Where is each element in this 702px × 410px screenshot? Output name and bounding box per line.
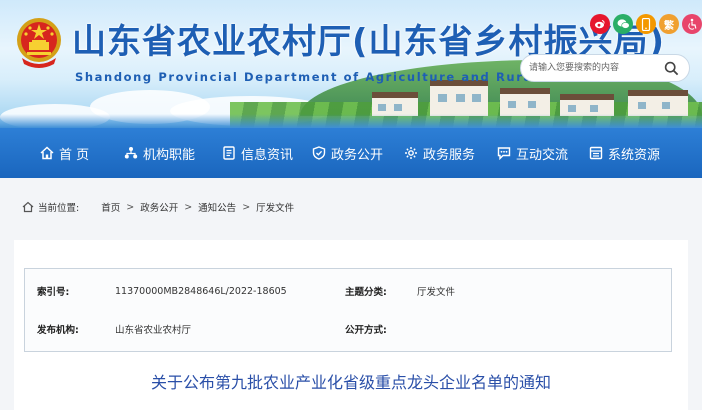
category-label: 主题分类: bbox=[345, 287, 387, 298]
news-icon bbox=[223, 146, 235, 160]
site-search bbox=[520, 54, 690, 82]
village-house bbox=[628, 90, 688, 116]
nav-item-open-government[interactable]: 政务公开 bbox=[312, 144, 383, 163]
document-title: 关于公布第九批农业产业化省级重点龙头企业名单的通知 bbox=[150, 373, 551, 392]
search-input[interactable] bbox=[521, 55, 661, 81]
issuer-value: 山东省农业农村厅 bbox=[115, 325, 192, 336]
breadcrumb-department-files[interactable]: 厅发文件 bbox=[256, 200, 294, 214]
meta-row: 发布机构: 山东省农业农村厅 公开方式: bbox=[25, 309, 671, 349]
nav-item-organization[interactable]: 机构职能 bbox=[124, 144, 195, 163]
site-banner: 山东省农业农村厅(山东省乡村振兴局) Shandong Provincial D… bbox=[0, 0, 702, 128]
nav-label: 首 页 bbox=[59, 147, 90, 163]
nav-label: 机构职能 bbox=[143, 147, 196, 163]
header-tools: 繁 bbox=[590, 14, 702, 34]
breadcrumb-home[interactable]: 首页 bbox=[101, 200, 120, 214]
service-icon bbox=[405, 147, 417, 159]
nav-label: 政务公开 bbox=[331, 147, 384, 163]
accessibility-icon[interactable] bbox=[682, 14, 702, 34]
chevron-right-icon: > bbox=[126, 201, 135, 213]
home-icon bbox=[22, 201, 34, 213]
nav-item-government-service[interactable]: 政务服务 bbox=[404, 144, 475, 163]
village-house bbox=[500, 88, 550, 116]
national-emblem-icon bbox=[17, 18, 61, 68]
breadcrumb-notices[interactable]: 通知公告 bbox=[198, 200, 236, 214]
water-decoration bbox=[0, 114, 702, 128]
index-number-label: 索引号: bbox=[37, 287, 70, 298]
nav-item-system-resources[interactable]: 系统资源 bbox=[589, 144, 660, 163]
breadcrumb-open-government[interactable]: 政务公开 bbox=[140, 200, 178, 214]
nav-label: 互动交流 bbox=[516, 147, 569, 163]
publication-method-label: 公开方式: bbox=[345, 325, 387, 336]
nav-label: 系统资源 bbox=[608, 147, 661, 163]
org-icon bbox=[124, 147, 138, 159]
village-house bbox=[430, 80, 488, 116]
category-value: 厅发文件 bbox=[417, 287, 456, 298]
document-meta-table: 索引号: 11370000MB2848646L/2022-18605 主题分类:… bbox=[24, 268, 672, 352]
wechat-icon[interactable] bbox=[613, 14, 633, 34]
chevron-right-icon: > bbox=[184, 201, 193, 213]
breadcrumb-prefix: 当前位置: bbox=[38, 203, 80, 214]
nav-item-home[interactable]: 首 页 bbox=[40, 144, 89, 163]
nav-label: 信息资讯 bbox=[241, 147, 294, 163]
resource-icon bbox=[589, 146, 603, 160]
village-house bbox=[372, 92, 418, 116]
chevron-right-icon: > bbox=[242, 201, 251, 213]
index-number-value: 11370000MB2848646L/2022-18605 bbox=[115, 285, 287, 297]
open-gov-icon bbox=[312, 146, 326, 160]
nav-item-news[interactable]: 信息资讯 bbox=[222, 144, 293, 163]
main-nav: 首 页 机构职能 信息资讯 政务公开 政务服务 互动交流 系统资源 bbox=[0, 128, 702, 178]
nav-label: 政务服务 bbox=[423, 147, 476, 163]
meta-row: 索引号: 11370000MB2848646L/2022-18605 主题分类:… bbox=[25, 271, 671, 311]
issuer-label: 发布机构: bbox=[37, 325, 79, 336]
search-icon[interactable] bbox=[661, 58, 681, 78]
village-house bbox=[560, 94, 614, 116]
weibo-icon[interactable] bbox=[590, 14, 610, 34]
breadcrumb: 当前位置: 首页 > 政务公开 > 通知公告 > 厅发文件 bbox=[22, 200, 294, 214]
traditional-chinese-icon[interactable]: 繁 bbox=[659, 14, 679, 34]
home-icon bbox=[40, 146, 54, 160]
chat-icon bbox=[497, 147, 511, 160]
nav-item-interaction[interactable]: 互动交流 bbox=[497, 144, 568, 163]
mobile-icon[interactable] bbox=[636, 14, 656, 34]
